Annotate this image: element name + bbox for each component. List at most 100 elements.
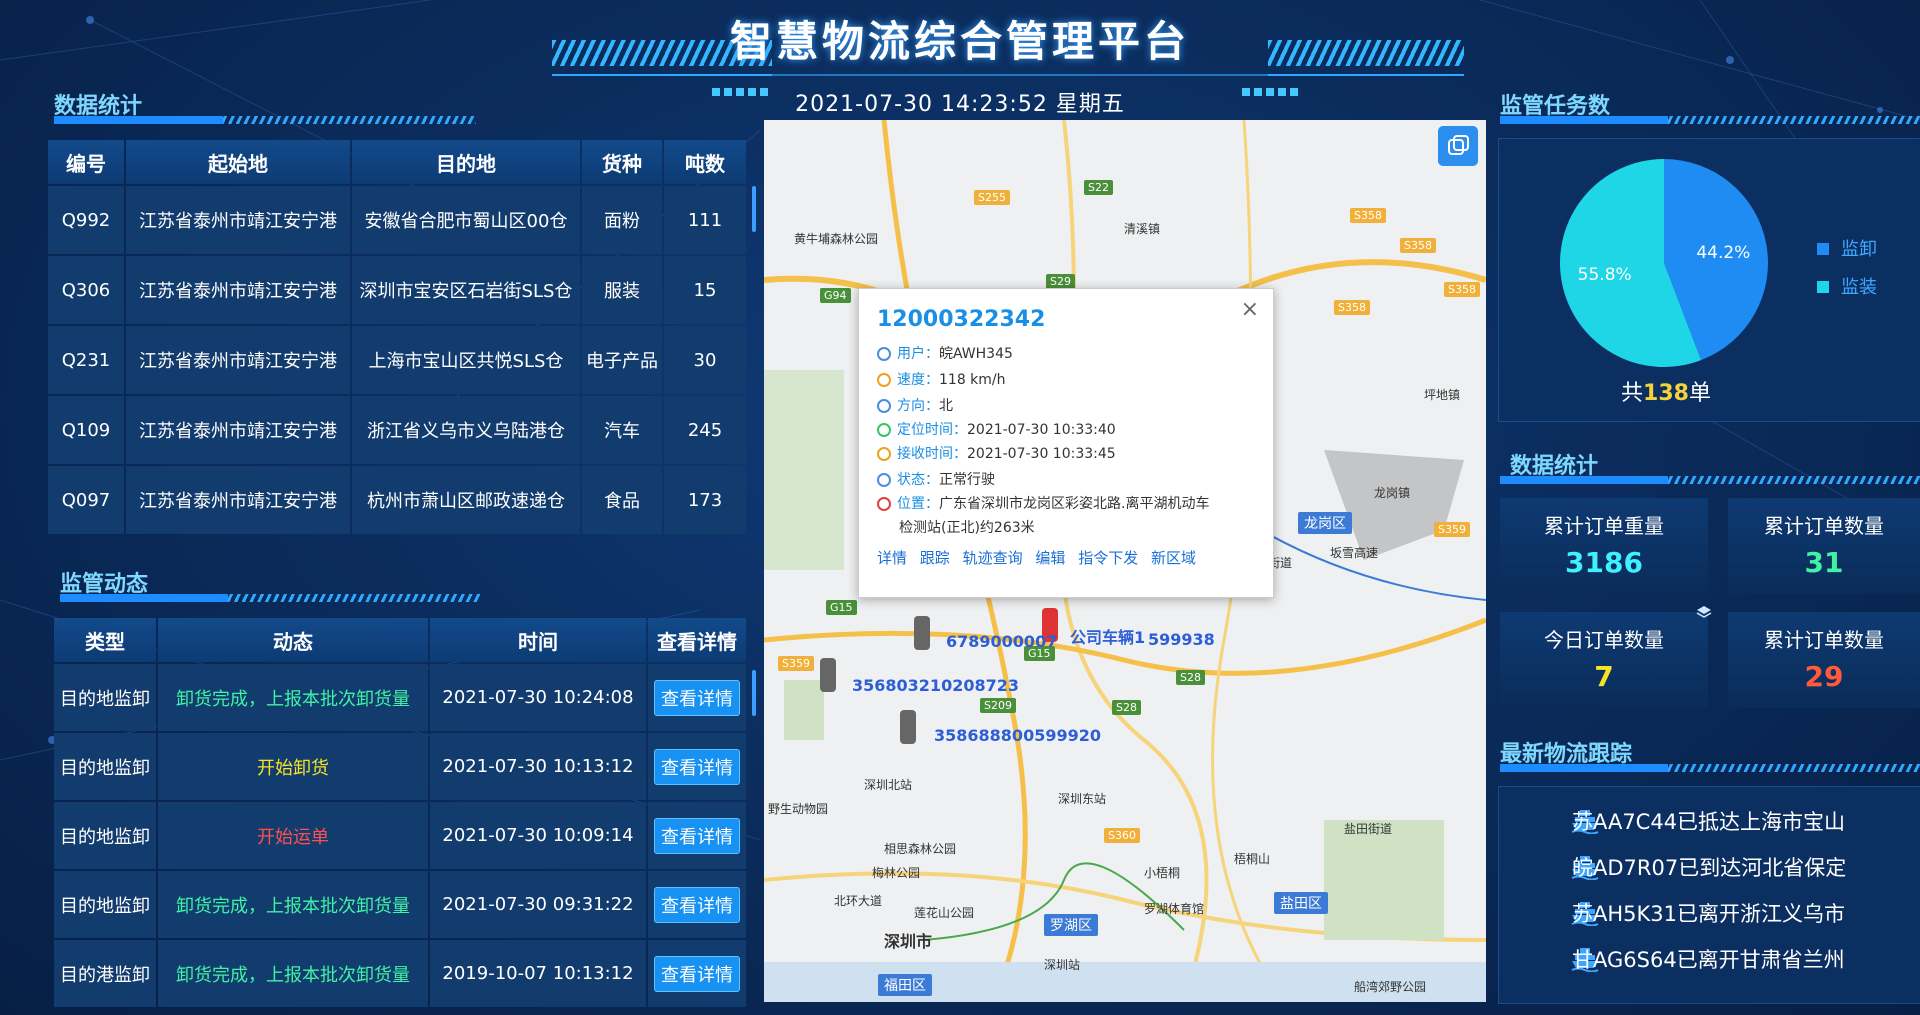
stat-card-total: 累计订单数量 29	[1728, 612, 1920, 708]
place-wutongshan: 梧桐山	[1234, 852, 1271, 866]
place-yantian-street: 盐田街道	[1344, 822, 1393, 836]
cargo-table: 编号 起始地 目的地 货种 吨数 Q992 江苏省泰州市靖江安宁港 安徽省合肥市蜀山…	[46, 138, 748, 536]
place-lianhuashan: 莲花山公园	[914, 906, 975, 920]
stats-title-bar	[54, 116, 476, 124]
link-new-area[interactable]: 新区域	[1151, 549, 1196, 567]
view-detail-button[interactable]: 查看详情	[654, 955, 740, 992]
table-cell: 汽车	[582, 396, 662, 464]
col-time: 时间	[430, 618, 646, 662]
task-pie-chart: 44.2% 55.8%	[1560, 159, 1768, 367]
place-luohu-gym: 罗湖体育馆	[1144, 902, 1205, 916]
view-detail-button[interactable]: 查看详情	[654, 679, 740, 716]
popup-links: 详情 跟踪 轨迹查询 编辑 指令下发 新区域	[877, 547, 1204, 568]
table-cell: 目的地监卸	[54, 802, 156, 869]
road-s359-b: S359	[1434, 522, 1470, 537]
table-cell: 卸货完成，上报本批次卸货量	[158, 940, 428, 1007]
monitor-table-scrollbar[interactable]	[752, 670, 756, 716]
table-cell: 江苏省泰州市靖江安宁港	[126, 466, 350, 534]
col-type: 类型	[54, 618, 156, 662]
table-cell: 深圳市宝安区石岩街SLS仓	[352, 256, 580, 324]
speed-icon	[877, 373, 891, 387]
table-cell: 目的地监卸	[54, 871, 156, 938]
track-item[interactable]: 苏AA7C44已抵达上海市宝山	[1572, 806, 1845, 836]
header-underline	[772, 74, 1268, 76]
table-row[interactable]: Q231 江苏省泰州市靖江安宁港 上海市宝山区共悦SLS仓 电子产品 30	[48, 326, 746, 394]
table-cell: 电子产品	[582, 326, 662, 394]
table-cell: 2021-07-30 10:09:14	[430, 802, 646, 869]
table-cell: 查看详情	[648, 802, 746, 869]
table-row[interactable]: Q109 江苏省泰州市靖江安宁港 浙江省义乌市义乌陆港仓 汽车 245	[48, 396, 746, 464]
close-icon[interactable]: ×	[1241, 297, 1259, 322]
page-title: 智慧物流综合管理平台	[729, 17, 1190, 66]
vehicle-label-2[interactable]: 公司车辆1	[1070, 624, 1145, 648]
table-row[interactable]: Q992 江苏省泰州市靖江安宁港 安徽省合肥市蜀山区00仓 面粉 111	[48, 186, 746, 254]
stat-card-today: 今日订单数量 7	[1500, 612, 1708, 708]
table-cell: 江苏省泰州市靖江安宁港	[126, 186, 350, 254]
table-row[interactable]: Q306 江苏省泰州市靖江安宁港 深圳市宝安区石岩街SLS仓 服装 15	[48, 256, 746, 324]
vehicle-marker-1[interactable]	[914, 616, 930, 650]
table-cell: 2021-07-30 09:31:22	[430, 871, 646, 938]
vehicle-label-4[interactable]: 356803210208723	[852, 676, 1019, 695]
stat-card-weight: 累计订单重量 3186	[1500, 498, 1708, 594]
table-row: 目的港监卸 卸货完成，上报本批次卸货量 2019-10-07 10:13:12 查看详…	[54, 940, 746, 1007]
popup-speed-row: 速度：118 km/h	[877, 369, 1006, 389]
table-cell: 2021-07-30 10:13:12	[430, 733, 646, 800]
table-cell: 卸货完成，上报本批次卸货量	[158, 871, 428, 938]
table-row[interactable]: Q097 江苏省泰州市靖江安宁港 杭州市萧山区邮政速递仓 食品 173	[48, 466, 746, 534]
place-beihuan: 北环大道	[834, 894, 883, 908]
popup-position-row-2: 检测站(正北)约263米	[899, 520, 1035, 536]
vehicle-label-3[interactable]: 599938	[1148, 630, 1215, 649]
road-s28-b: S28	[1112, 700, 1141, 715]
place-banxue: 坂雪高速	[1330, 546, 1379, 560]
header-line-left	[552, 74, 772, 76]
col-id: 编号	[48, 140, 124, 184]
table-cell: 查看详情	[648, 940, 746, 1007]
link-track[interactable]: 跟踪	[920, 549, 950, 567]
layer-switch-icon[interactable]	[1438, 126, 1478, 166]
track-title-bar	[1500, 764, 1920, 772]
vehicle-marker-4[interactable]	[900, 710, 916, 744]
link-detail[interactable]: 详情	[877, 549, 907, 567]
col-tons: 吨数	[664, 140, 746, 184]
view-detail-button[interactable]: 查看详情	[654, 817, 740, 854]
district-longgang: 龙岗区	[1298, 512, 1352, 534]
stat-card-count: 累计订单数量 31	[1728, 498, 1920, 594]
pie-label-0: 44.2%	[1696, 243, 1750, 263]
road-s22: S22	[1084, 180, 1113, 195]
road-s358-b: S358	[1400, 238, 1436, 253]
col-cargo: 货种	[582, 140, 662, 184]
col-destination: 目的地	[352, 140, 580, 184]
table-cell: 2019-10-07 10:13:12	[430, 940, 646, 1007]
track-item[interactable]: 甘AG6S64已离开甘肃省兰州	[1572, 944, 1845, 974]
track-item[interactable]: 苏AH5K31已离开浙江义乌市	[1572, 898, 1845, 928]
table-cell: Q306	[48, 256, 124, 324]
table-cell: 30	[664, 326, 746, 394]
cargo-table-scrollbar[interactable]	[752, 186, 756, 232]
clock-icon	[877, 447, 891, 461]
vehicle-marker-3[interactable]	[820, 658, 836, 692]
layers-icon[interactable]	[1696, 604, 1712, 620]
table-cell: 开始运单	[158, 802, 428, 869]
link-command[interactable]: 指令下发	[1078, 549, 1138, 567]
track-item[interactable]: 皖AD7R07已到达河北省保定	[1572, 852, 1846, 882]
place-qingxi: 清溪镇	[1124, 222, 1161, 236]
table-cell: 111	[664, 186, 746, 254]
vehicle-info-popup: 12000322342 × 用户：皖AWH345 速度：118 km/h 方向：…	[858, 288, 1274, 598]
location-pin-icon	[877, 497, 891, 511]
pie-total: 共138单	[1621, 381, 1711, 406]
table-cell: 173	[664, 466, 746, 534]
road-s358-d: S358	[1444, 282, 1480, 297]
view-detail-button[interactable]: 查看详情	[654, 886, 740, 923]
vehicle-label-1[interactable]: 6789000007	[946, 632, 1057, 651]
link-trajectory[interactable]: 轨迹查询	[963, 549, 1023, 567]
place-shenzhen-city: 深圳市	[884, 932, 933, 951]
table-cell: 江苏省泰州市靖江安宁港	[126, 396, 350, 464]
table-row: 目的地监卸 卸货完成，上报本批次卸货量 2021-07-30 10:24:08 查看详…	[54, 664, 746, 731]
monitor-title-bar	[60, 594, 480, 602]
link-edit[interactable]: 编辑	[1035, 549, 1065, 567]
road-s28-a: S28	[1176, 670, 1205, 685]
view-detail-button[interactable]: 查看详情	[654, 748, 740, 785]
place-xiangsi: 相思森林公园	[884, 842, 957, 856]
vehicle-label-5[interactable]: 358688800599920	[934, 726, 1101, 745]
table-cell: Q992	[48, 186, 124, 254]
